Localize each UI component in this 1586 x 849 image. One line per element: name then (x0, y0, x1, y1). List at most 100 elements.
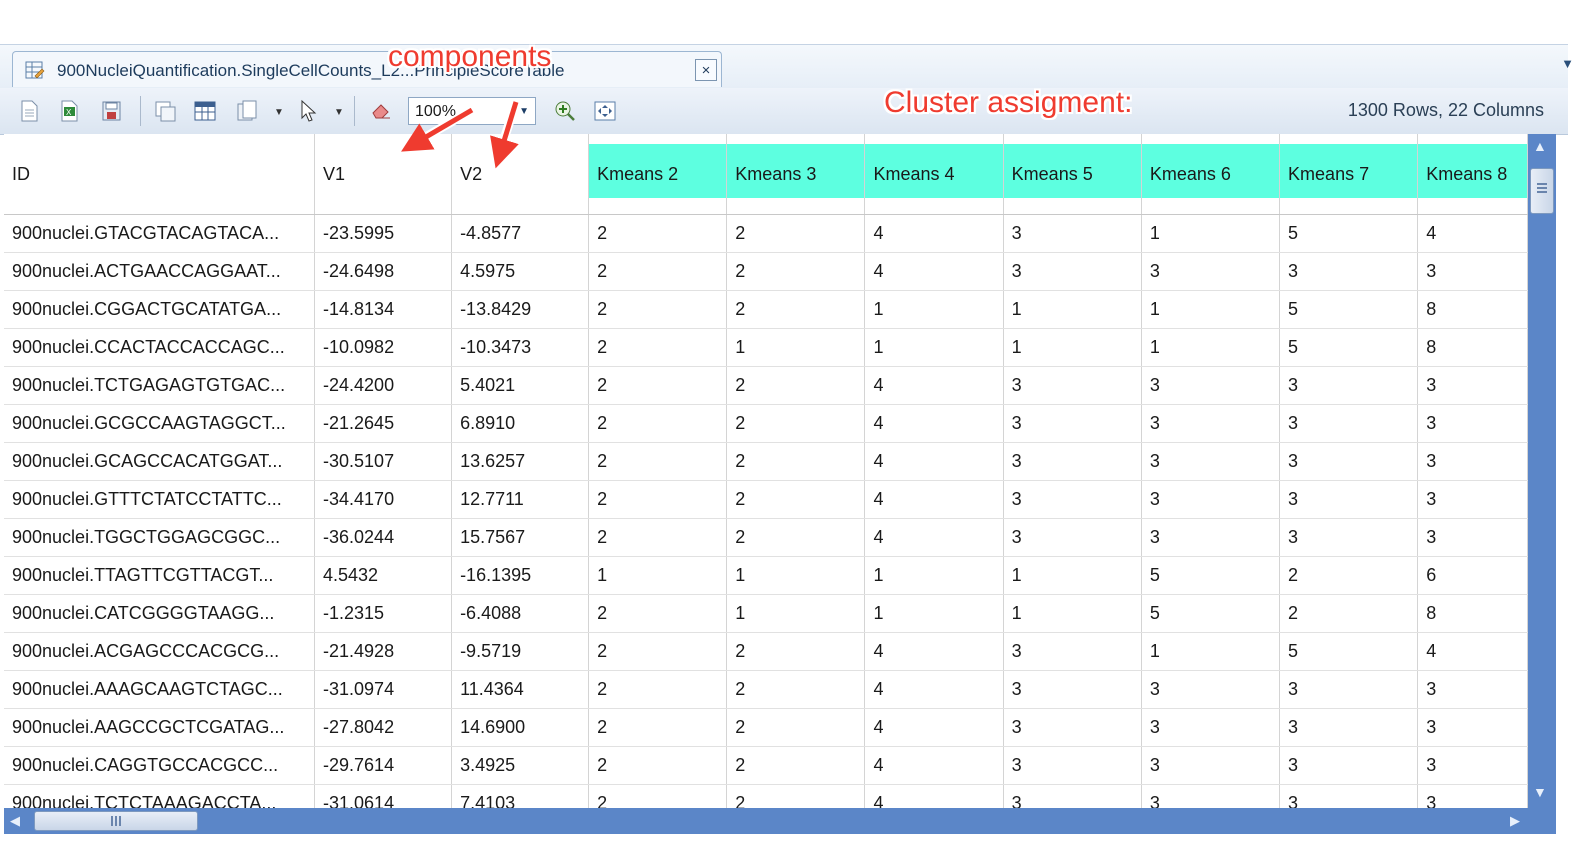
table-cell[interactable]: 4 (864, 442, 1004, 481)
table-cell[interactable]: 3 (1003, 442, 1142, 481)
table-cell[interactable]: 3 (1141, 518, 1281, 557)
table-cell[interactable]: -29.7614 (314, 746, 453, 785)
table-cell[interactable]: 15.7567 (451, 518, 590, 557)
table-cell[interactable]: 3 (1003, 632, 1142, 671)
save-icon[interactable] (98, 98, 124, 124)
table-cell[interactable]: 2 (588, 746, 728, 785)
table-cell[interactable]: -6.4088 (451, 594, 590, 633)
table-cell[interactable]: 5 (1141, 556, 1281, 595)
table-cell[interactable]: -14.8134 (314, 290, 453, 329)
table-cell[interactable]: 3 (1279, 708, 1419, 747)
table-cell[interactable]: 2 (588, 594, 728, 633)
table-cell[interactable]: 2 (726, 746, 866, 785)
table-cell[interactable]: 900nuclei.GCGCCAAGTAGGCT... (4, 404, 316, 443)
table-cell[interactable]: 3 (1141, 784, 1281, 808)
table-cell[interactable]: 14.6900 (451, 708, 590, 747)
table-cell[interactable]: 4.5432 (314, 556, 453, 595)
table-cell[interactable]: 900nuclei.TTAGTTCGTTACGT... (4, 556, 316, 595)
table-cell[interactable]: 3 (1279, 404, 1419, 443)
table-cell[interactable]: 5.4021 (451, 366, 590, 405)
fit-window-icon[interactable] (592, 98, 618, 124)
table-cell[interactable]: 5 (1279, 632, 1419, 671)
table-cell[interactable]: 8 (1417, 290, 1528, 329)
table-row[interactable]: 900nuclei.TGGCTGGAGCGGC... -36.0244 15.756… (4, 518, 1528, 557)
table-cell[interactable]: 1 (726, 556, 866, 595)
table-cell[interactable]: 4 (864, 708, 1004, 747)
table-cell[interactable]: 2 (588, 708, 728, 747)
table-cell[interactable]: 3 (1279, 480, 1419, 519)
table-cell[interactable]: 2 (588, 328, 728, 367)
table-cell[interactable]: 2 (726, 290, 866, 329)
table-cell[interactable]: 6 (1417, 556, 1528, 595)
table-cell[interactable]: 7.4103 (451, 784, 590, 808)
table-cell[interactable]: 1 (864, 290, 1004, 329)
horizontal-scroll-thumb[interactable] (34, 811, 198, 831)
column-header-kmeans-2[interactable]: Kmeans 2 (588, 134, 728, 215)
table-cell[interactable]: 4 (864, 404, 1004, 443)
table-cell[interactable]: 1 (1141, 632, 1281, 671)
table-cell[interactable]: 4 (864, 518, 1004, 557)
table-cell[interactable]: 2 (726, 404, 866, 443)
table-cell[interactable]: 2 (726, 214, 866, 253)
table-cell[interactable]: 2 (588, 784, 728, 808)
table-cell[interactable]: -27.8042 (314, 708, 453, 747)
eraser-icon[interactable] (368, 98, 394, 124)
table-cell[interactable]: 900nuclei.TGGCTGGAGCGGC... (4, 518, 316, 557)
table-cell[interactable]: 2 (726, 366, 866, 405)
table-cell[interactable]: 3 (1279, 670, 1419, 709)
table-cell[interactable]: 1 (1003, 594, 1142, 633)
table-row[interactable]: 900nuclei.ACGAGCCCACGCG... -21.4928 -9.571… (4, 632, 1528, 671)
table-cell[interactable]: -34.4170 (314, 480, 453, 519)
table-cell[interactable]: 2 (726, 518, 866, 557)
table-row[interactable]: 900nuclei.CAGGTGCCACGCC... -29.7614 3.4925… (4, 746, 1528, 785)
table-cell[interactable]: 3 (1279, 366, 1419, 405)
table-cell[interactable]: 8 (1417, 328, 1528, 367)
table-cell[interactable]: 3 (1279, 746, 1419, 785)
table-cell[interactable]: 4 (1417, 214, 1528, 253)
table-cell[interactable]: 2 (726, 632, 866, 671)
table-cell[interactable]: 1 (726, 594, 866, 633)
column-header-kmeans-7[interactable]: Kmeans 7 (1279, 134, 1419, 215)
column-header-id[interactable]: ID (4, 134, 316, 215)
table-row[interactable]: 900nuclei.TCTGAGAGTGTGAC... -24.4200 5.402… (4, 366, 1528, 405)
table-cell[interactable]: 4 (1417, 632, 1528, 671)
table-cell[interactable]: -31.0614 (314, 784, 453, 808)
table-cell[interactable]: 3 (1279, 518, 1419, 557)
table-cell[interactable]: 900nuclei.CGGACTGCATATGA... (4, 290, 316, 329)
table-row[interactable]: 900nuclei.AAAGCAAGTCTAGC... -31.0974 11.43… (4, 670, 1528, 709)
table-cell[interactable]: 2 (726, 252, 866, 291)
table-cell[interactable]: 3 (1141, 366, 1281, 405)
table-cell[interactable]: 1 (864, 594, 1004, 633)
table-cell[interactable]: 2 (726, 480, 866, 519)
table-cell[interactable]: 3 (1141, 442, 1281, 481)
table-cell[interactable]: 2 (588, 442, 728, 481)
table-cell[interactable]: 8 (1417, 594, 1528, 633)
table-cell[interactable]: 12.7711 (451, 480, 590, 519)
table-cell[interactable]: 2 (726, 784, 866, 808)
table-cell[interactable]: 3 (1003, 708, 1142, 747)
column-header-v1[interactable]: V1 (314, 134, 453, 215)
table-cell[interactable]: 2 (1279, 556, 1419, 595)
table-cell[interactable]: 3 (1417, 518, 1528, 557)
table-cell[interactable]: 3 (1417, 480, 1528, 519)
table-row[interactable]: 900nuclei.CGGACTGCATATGA... -14.8134 -13.8… (4, 290, 1528, 329)
table-cell[interactable]: 900nuclei.AAGCCGCTCGATAG... (4, 708, 316, 747)
zoom-select[interactable]: 100% ▼ (408, 97, 536, 125)
table-cell[interactable]: 4 (864, 670, 1004, 709)
table-cell[interactable]: 2 (588, 518, 728, 557)
clipboard-dropdown-arrow-icon[interactable]: ▼ (274, 107, 284, 118)
table-cell[interactable]: 900nuclei.TCTCTAAAGACCTA... (4, 784, 316, 808)
table-cell[interactable]: 2 (588, 366, 728, 405)
column-header-v2[interactable]: V2 (451, 134, 590, 215)
vertical-scroll-thumb[interactable] (1530, 168, 1554, 214)
table-cell[interactable]: 5 (1279, 290, 1419, 329)
table-cell[interactable]: -1.2315 (314, 594, 453, 633)
table-cell[interactable]: 4 (864, 480, 1004, 519)
table-cell[interactable]: -36.0244 (314, 518, 453, 557)
column-header-kmeans-4[interactable]: Kmeans 4 (864, 134, 1004, 215)
table-cell[interactable]: 1 (864, 556, 1004, 595)
table-cell[interactable]: 3 (1417, 366, 1528, 405)
table-cell[interactable]: 3 (1141, 746, 1281, 785)
excel-export-icon[interactable]: X (56, 98, 82, 124)
table-row[interactable]: 900nuclei.TCTCTAAAGACCTA... -31.0614 7.410… (4, 784, 1528, 808)
